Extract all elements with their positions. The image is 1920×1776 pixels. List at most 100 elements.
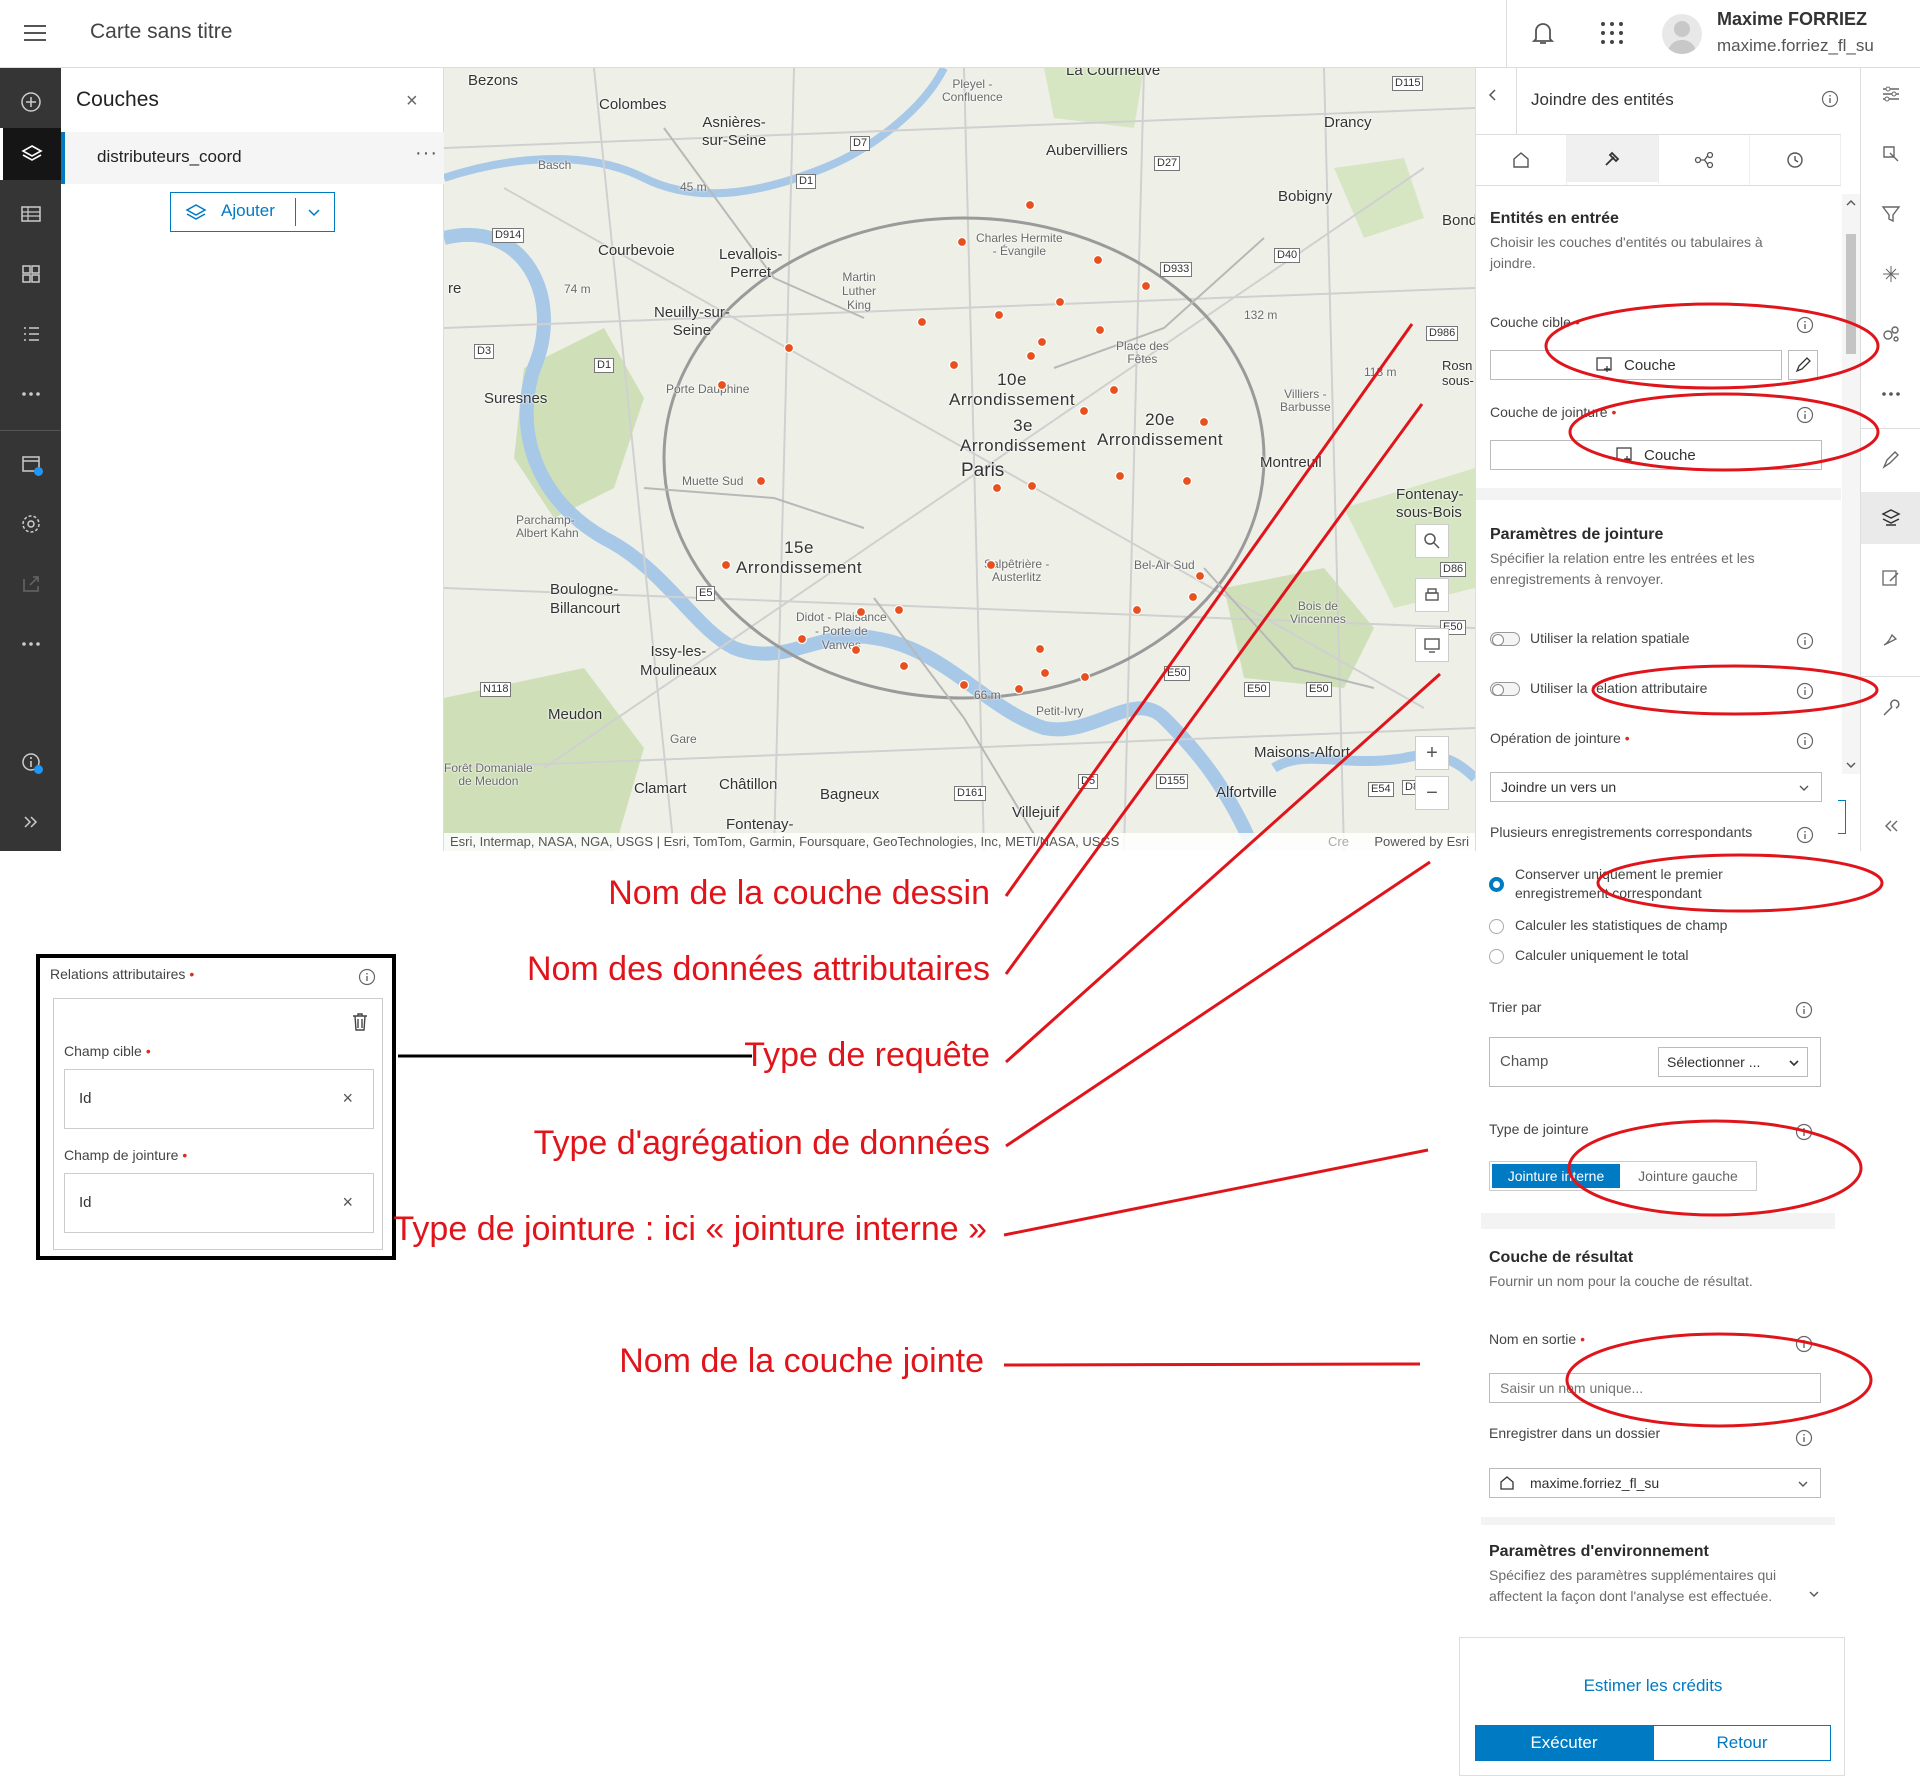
draw-pencil-icon[interactable] <box>1788 350 1818 380</box>
feature-point[interactable] <box>1140 280 1152 292</box>
app-launcher-icon[interactable] <box>1597 18 1627 48</box>
feature-point[interactable] <box>1024 199 1036 211</box>
feature-point[interactable] <box>1092 254 1104 266</box>
feature-points-layer[interactable] <box>444 68 1475 851</box>
scroll-up-icon[interactable] <box>1846 198 1856 208</box>
map-properties-icon[interactable] <box>0 438 61 490</box>
notifications-bell-icon[interactable] <box>1528 18 1558 48</box>
couche-jointure-button[interactable]: Couche <box>1490 440 1822 470</box>
table-icon[interactable] <box>0 188 61 240</box>
layer-item[interactable]: distributeurs_coord ··· <box>61 132 444 184</box>
feature-point[interactable] <box>916 316 928 328</box>
feature-point[interactable] <box>1198 416 1210 428</box>
collapse-chevrons-icon[interactable] <box>1861 800 1920 852</box>
map-title[interactable]: Carte sans titre <box>90 20 232 44</box>
clustering-icon[interactable] <box>1861 308 1920 360</box>
feature-point[interactable] <box>783 342 795 354</box>
trash-icon[interactable] <box>350 1011 370 1033</box>
info-icon[interactable] <box>1796 732 1814 750</box>
add-layer-button[interactable]: Ajouter <box>170 192 335 232</box>
layer-more-options[interactable]: ··· <box>415 142 438 165</box>
zoom-out-button[interactable]: − <box>1415 776 1449 810</box>
scroll-down-icon[interactable] <box>1846 760 1856 770</box>
map-view[interactable]: Bezons Colombes Asnières- sur-Seine Pley… <box>444 68 1475 851</box>
feature-point[interactable] <box>1079 671 1091 683</box>
clear-icon[interactable]: × <box>342 1192 353 1213</box>
styles-icon[interactable] <box>1861 128 1920 180</box>
feature-point[interactable] <box>1108 384 1120 396</box>
expand-chevrons-icon[interactable] <box>0 796 61 848</box>
feature-point[interactable] <box>1094 324 1106 336</box>
tab-workflow[interactable] <box>1659 135 1750 185</box>
couche-cible-button[interactable]: Couche <box>1490 350 1782 380</box>
feature-point[interactable] <box>1025 350 1037 362</box>
more-icon[interactable] <box>1861 368 1920 420</box>
layers-icon[interactable] <box>0 128 61 180</box>
list-icon[interactable] <box>0 308 61 360</box>
feature-point[interactable] <box>1078 405 1090 417</box>
feature-point[interactable] <box>1039 667 1051 679</box>
info-icon[interactable] <box>0 736 61 788</box>
operation-select[interactable]: Joindre un vers un <box>1490 772 1822 802</box>
feature-point[interactable] <box>956 236 968 248</box>
toggle-relation-attributaire[interactable] <box>1490 682 1520 696</box>
feature-point[interactable] <box>1114 470 1126 482</box>
draw-icon[interactable] <box>1861 612 1920 664</box>
executer-button[interactable]: Exécuter <box>1475 1725 1653 1761</box>
feature-point[interactable] <box>1036 336 1048 348</box>
feature-point[interactable] <box>1181 475 1193 487</box>
feature-point[interactable] <box>1054 296 1066 308</box>
info-icon[interactable] <box>1795 1001 1813 1019</box>
feature-point[interactable] <box>1194 570 1206 582</box>
tab-history[interactable] <box>1750 135 1841 185</box>
info-icon[interactable] <box>1796 406 1814 424</box>
back-chevron-icon[interactable] <box>1486 88 1500 102</box>
user-name[interactable]: Maxime FORRIEZ <box>1717 9 1867 30</box>
info-icon[interactable] <box>1796 682 1814 700</box>
nom-sortie-input[interactable] <box>1489 1373 1821 1403</box>
add-icon[interactable] <box>0 76 61 128</box>
feature-point[interactable] <box>720 559 732 571</box>
champ-jointure-field[interactable]: Id × <box>64 1173 374 1233</box>
info-icon[interactable] <box>1795 1123 1813 1141</box>
retour-button[interactable]: Retour <box>1653 1725 1831 1761</box>
info-icon[interactable] <box>1796 316 1814 334</box>
feature-point[interactable] <box>985 559 997 571</box>
edit-icon[interactable] <box>1861 552 1920 604</box>
wrench-icon[interactable] <box>1861 682 1920 734</box>
more-icon[interactable] <box>0 368 61 420</box>
print-icon[interactable] <box>1415 578 1449 612</box>
radio-total[interactable] <box>1489 949 1504 964</box>
dossier-select[interactable]: maxime.forriez_fl_su <box>1489 1468 1821 1498</box>
radio-premier[interactable] <box>1489 877 1504 892</box>
section-env-title[interactable]: Paramètres d'environnement <box>1489 1543 1709 1561</box>
chevron-down-icon[interactable] <box>306 204 322 220</box>
champ-cible-field[interactable]: Id × <box>64 1069 374 1129</box>
effects-sparkle-icon[interactable] <box>1861 248 1920 300</box>
feature-point[interactable] <box>1187 591 1199 603</box>
search-icon[interactable] <box>1415 524 1449 558</box>
feature-point[interactable] <box>991 482 1003 494</box>
feature-point[interactable] <box>1131 604 1143 616</box>
scroll-thumb[interactable] <box>1846 234 1856 354</box>
info-icon[interactable] <box>1795 1429 1813 1447</box>
clear-icon[interactable]: × <box>342 1088 353 1109</box>
info-icon[interactable] <box>1821 90 1839 108</box>
feature-point[interactable] <box>716 379 728 391</box>
feature-point[interactable] <box>1026 480 1038 492</box>
estimer-credits-link[interactable]: Estimer les crédits <box>1460 1676 1846 1696</box>
filter-icon[interactable] <box>1861 188 1920 240</box>
feature-point[interactable] <box>1034 643 1046 655</box>
toggle-relation-spatiale[interactable] <box>1490 632 1520 646</box>
tab-tool[interactable] <box>1567 135 1659 185</box>
info-icon[interactable] <box>1795 1335 1813 1353</box>
info-icon[interactable] <box>358 968 376 986</box>
feature-point[interactable] <box>948 359 960 371</box>
feature-point[interactable] <box>893 604 905 616</box>
user-avatar[interactable] <box>1662 14 1702 54</box>
properties-icon[interactable] <box>1861 68 1920 120</box>
tab-home[interactable] <box>1476 135 1568 185</box>
trier-select[interactable]: Sélectionner ... <box>1658 1047 1808 1077</box>
feature-point[interactable] <box>796 633 808 645</box>
feature-point[interactable] <box>755 475 767 487</box>
